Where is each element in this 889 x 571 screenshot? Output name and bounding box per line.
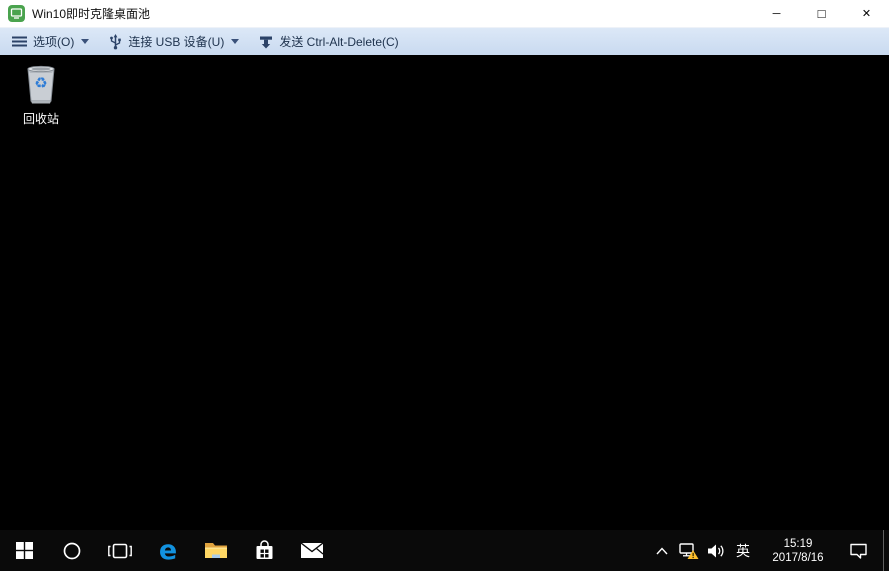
taskbar-clock[interactable]: 15:19 2017/8/16 [763, 537, 833, 565]
action-center-icon [849, 543, 867, 559]
file-explorer-button[interactable] [192, 530, 240, 571]
action-center-button[interactable] [839, 530, 877, 571]
store-icon [256, 540, 272, 559]
caption-buttons: ─ □ ✕ [754, 0, 889, 27]
hamburger-menu-icon [12, 36, 27, 47]
windows-logo-icon [15, 542, 33, 559]
close-button[interactable]: ✕ [844, 0, 889, 27]
chevron-up-icon [656, 546, 668, 554]
show-hidden-icons-button[interactable] [649, 530, 675, 571]
show-desktop-button[interactable] [884, 530, 889, 571]
clock-time: 15:19 [783, 537, 813, 550]
remote-desktop[interactable]: ♻ 回收站 [0, 55, 889, 530]
edge-browser-button[interactable]: e [144, 530, 192, 571]
taskbar-left: e [0, 530, 649, 571]
file-explorer-icon [205, 543, 227, 558]
cortana-search-button[interactable] [48, 530, 96, 571]
minimize-button[interactable]: ─ [754, 0, 799, 27]
horizon-client-app-icon [8, 5, 25, 22]
connect-usb-label: 连接 USB 设备(U) [128, 35, 225, 49]
start-button[interactable] [0, 530, 48, 571]
title-bar: Win10即时克隆桌面池 ─ □ ✕ [0, 0, 889, 28]
task-view-icon [108, 543, 132, 558]
recycle-bin-icon: ♻ [27, 65, 55, 104]
cortana-circle-icon [63, 542, 81, 559]
send-keys-icon [259, 35, 273, 49]
send-ctrl-alt-delete-button[interactable]: 发送 Ctrl-Alt-Delete(C) [254, 30, 403, 53]
send-ctrl-alt-delete-label: 发送 Ctrl-Alt-Delete(C) [279, 35, 399, 49]
store-button[interactable] [240, 530, 288, 571]
speaker-icon [707, 544, 723, 557]
edge-icon: e [158, 535, 178, 566]
task-view-button[interactable] [96, 530, 144, 571]
window-title: Win10即时克隆桌面池 [32, 7, 151, 21]
usb-icon [109, 33, 122, 50]
client-toolbar: 选项(O) 连接 USB 设备(U) 发送 Ctrl-Alt-Delete(C) [0, 28, 889, 55]
recycle-bin-label: 回收站 [22, 112, 59, 126]
connect-usb-button[interactable]: 连接 USB 设备(U) [104, 30, 244, 53]
input-language-indicator[interactable]: 英 [729, 530, 757, 571]
maximize-button[interactable]: □ [799, 0, 844, 27]
mail-button[interactable] [288, 530, 336, 571]
network-status-button[interactable] [675, 530, 702, 571]
options-label: 选项(O) [33, 35, 75, 49]
options-menu-button[interactable]: 选项(O) [7, 30, 94, 53]
clock-date: 2017/8/16 [772, 551, 824, 564]
taskbar: e 英 15:19 2017/8/16 [0, 530, 889, 571]
mail-icon [300, 542, 324, 558]
chevron-down-icon [231, 39, 240, 44]
chevron-down-icon [81, 39, 90, 44]
volume-button[interactable] [702, 530, 729, 571]
network-warning-icon [679, 542, 699, 559]
vdi-client-window: Win10即时克隆桌面池 ─ □ ✕ 选项(O) 连接 USB 设备(U) 发送… [0, 0, 889, 571]
svg-text:♻: ♻ [34, 75, 47, 92]
system-tray: 英 15:19 2017/8/16 [649, 530, 889, 571]
recycle-bin-desktop-icon[interactable]: ♻ 回收站 [10, 61, 72, 127]
